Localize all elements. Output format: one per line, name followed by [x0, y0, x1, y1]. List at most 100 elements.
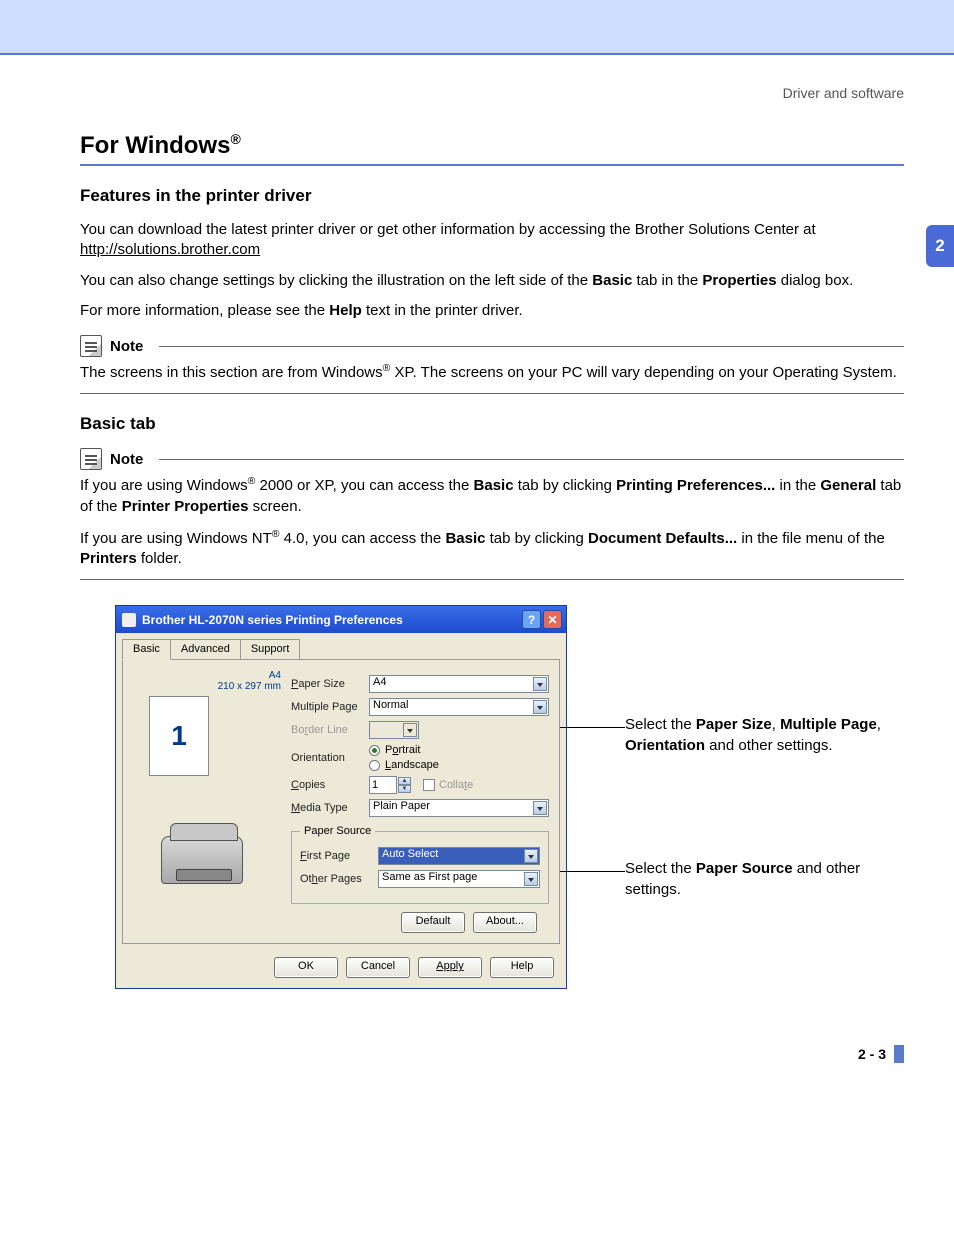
text: The screens in this section are from Win… — [80, 364, 383, 381]
label-paper-size: Paper Size — [291, 678, 369, 690]
dialog-button-row: OK Cancel Apply Help — [116, 951, 566, 988]
text: tab by clicking — [514, 477, 617, 494]
text: in the — [775, 477, 820, 494]
row-paper-size: Paper Size A4 — [291, 675, 549, 693]
text: You can also change settings by clicking… — [80, 272, 592, 289]
sup: ® — [272, 528, 280, 540]
note1-body: The screens in this section are from Win… — [80, 361, 904, 383]
note-end-2 — [80, 579, 904, 580]
radio-portrait[interactable] — [369, 745, 380, 756]
text: , — [877, 716, 881, 733]
note-header-2: Note — [80, 448, 904, 470]
paper-size-select[interactable]: A4 — [369, 675, 549, 693]
about-button[interactable]: About... — [473, 912, 537, 933]
text: You can download the latest printer driv… — [80, 221, 816, 238]
text: 2000 or XP, you can access the — [255, 477, 473, 494]
dialog-title: Brother HL-2070N series Printing Prefere… — [142, 613, 403, 627]
label-other-pages: Other Pages — [300, 873, 378, 885]
para-change-settings: You can also change settings by clicking… — [80, 271, 904, 291]
tabstrip: Basic Advanced Support — [116, 633, 566, 660]
paper-preview[interactable]: 1 — [149, 696, 209, 776]
text-bold: Multiple Page — [780, 716, 877, 733]
title-sup: ® — [230, 131, 240, 147]
top-band — [0, 0, 954, 55]
copies-input[interactable] — [369, 776, 397, 794]
solutions-link[interactable]: http://solutions.brother.com — [80, 241, 260, 258]
combo-value: Plain Paper — [369, 799, 549, 817]
label-first-page: First Page — [300, 850, 378, 862]
text-bold: Basic — [474, 477, 514, 494]
breadcrumb: Driver and software — [80, 85, 904, 101]
left-column: A4 210 x 297 mm 1 — [133, 670, 281, 933]
apply-button[interactable]: Apply — [418, 957, 482, 978]
combo-value: A4 — [369, 675, 549, 693]
paper-source-legend: Paper Source — [300, 825, 375, 837]
text: tab in the — [632, 272, 702, 289]
text-bold: Paper Source — [696, 860, 793, 877]
text: 210 x 297 mm — [218, 681, 281, 692]
text-bold: Printer Properties — [122, 498, 249, 515]
para-download: You can download the latest printer driv… — [80, 220, 904, 261]
close-button[interactable]: ✕ — [543, 610, 562, 629]
page-number-text: 2 - 3 — [858, 1046, 886, 1062]
media-type-select[interactable]: Plain Paper — [369, 799, 549, 817]
text-bold: General — [820, 477, 876, 494]
label-orientation: Orientation — [291, 752, 369, 764]
help-button[interactable]: ? — [522, 610, 541, 629]
text: screen. — [248, 498, 301, 515]
tab-advanced[interactable]: Advanced — [170, 639, 241, 660]
text: If you are using Windows NT — [80, 530, 272, 547]
text: Select the — [625, 860, 696, 877]
printer-illustration[interactable] — [153, 816, 258, 898]
combo-value: Normal — [369, 698, 549, 716]
note-icon — [80, 448, 102, 470]
text: folder. — [137, 550, 182, 567]
title-rule — [80, 164, 904, 166]
app-icon — [122, 613, 136, 627]
page-content: Driver and software 2 For Windows® Featu… — [0, 55, 954, 1093]
text: If you are using Windows — [80, 477, 248, 494]
section-basic-heading: Basic tab — [80, 414, 904, 434]
text-bold: Properties — [702, 272, 776, 289]
title-main: For Windows — [80, 132, 230, 159]
tab-basic[interactable]: Basic — [122, 639, 171, 660]
help-button-bottom[interactable]: Help — [490, 957, 554, 978]
text: A4 — [269, 670, 281, 681]
radio-landscape[interactable] — [369, 760, 380, 771]
printing-preferences-dialog: Brother HL-2070N series Printing Prefere… — [115, 605, 567, 989]
figure-wrap: Brother HL-2070N series Printing Prefere… — [115, 605, 905, 1005]
cancel-button[interactable]: Cancel — [346, 957, 410, 978]
label-copies: Copies — [291, 779, 369, 791]
text: 4.0, you can access the — [280, 530, 446, 547]
row-media-type: Media Type Plain Paper — [291, 799, 549, 817]
dialog-titlebar[interactable]: Brother HL-2070N series Printing Prefere… — [116, 606, 566, 633]
note2-line2: If you are using Windows NT® 4.0, you ca… — [80, 527, 904, 570]
tab-support[interactable]: Support — [240, 639, 301, 660]
row-other-pages: Other Pages Same as First page — [300, 870, 540, 888]
ok-button[interactable]: OK — [274, 957, 338, 978]
text-bold: Paper Size — [696, 716, 772, 733]
callout-2: Select the Paper Source and other settin… — [625, 859, 915, 900]
note-line — [159, 459, 904, 460]
label-portrait: Portrait — [385, 744, 420, 756]
copies-spinner[interactable]: ▲▼ — [398, 777, 411, 793]
text: dialog box. — [777, 272, 854, 289]
note-label: Note — [110, 338, 143, 355]
text: Apply — [436, 960, 464, 972]
note-end-1 — [80, 393, 904, 394]
text-bold: Printers — [80, 550, 137, 567]
text: and other settings. — [705, 737, 833, 754]
para-help: For more information, please see the Hel… — [80, 301, 904, 321]
page-number-mark — [894, 1045, 904, 1063]
row-border-line: Border Line — [291, 721, 549, 739]
note2-line1: If you are using Windows® 2000 or XP, yo… — [80, 474, 904, 517]
multiple-page-select[interactable]: Normal — [369, 698, 549, 716]
label-landscape: Landscape — [385, 759, 439, 771]
first-page-select[interactable]: Auto Select — [378, 847, 540, 865]
inner-button-row: Default About... — [291, 904, 549, 933]
basic-panel: A4 210 x 297 mm 1 Paper Size A4 Multiple… — [122, 659, 560, 944]
other-pages-select[interactable]: Same as First page — [378, 870, 540, 888]
label-collate: Collate — [439, 779, 473, 791]
row-copies: Copies ▲▼ Collate — [291, 776, 549, 794]
default-button[interactable]: Default — [401, 912, 465, 933]
